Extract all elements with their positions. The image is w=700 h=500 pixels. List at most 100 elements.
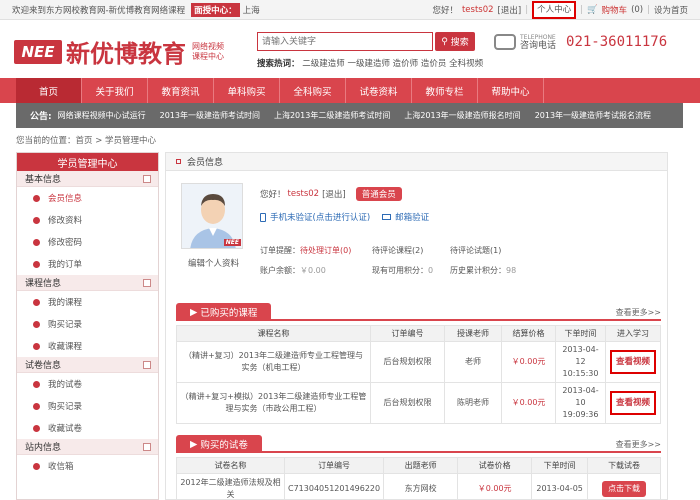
courses-title: 已购买的课程 bbox=[200, 308, 258, 319]
hot-word[interactable]: 一级建造师 bbox=[347, 59, 390, 69]
account-stats: 订单提醒：待处理订单(0) 待评论课程(2) 待评论试题(1) 账户余额：￥0.… bbox=[260, 241, 558, 281]
hot-words: 搜索热词： 二级建造师 一级建造师 造价师 造价员 全科视频 bbox=[257, 57, 483, 69]
header: NEE 新优博教育 网络视频课程中心 ⚲ 搜索 搜索热词： 二级建造师 一级建造… bbox=[0, 20, 700, 77]
sidebar-item-label: 我的课程 bbox=[48, 298, 83, 308]
nav-item-single-buy[interactable]: 单科购买 bbox=[214, 78, 280, 103]
nav-item-about[interactable]: 关于我们 bbox=[82, 78, 148, 103]
site-logo[interactable]: NEE 新优博教育 网络视频课程中心 bbox=[14, 34, 228, 69]
notice-item[interactable]: 2013年一级建造师考试时间 bbox=[160, 110, 260, 121]
pending-orders-link[interactable]: 待处理订单(0) bbox=[300, 246, 351, 255]
sidebar-item-label: 修改资料 bbox=[48, 216, 83, 226]
logout-link[interactable]: [退出] bbox=[498, 4, 522, 16]
sidebar-item-label: 购买记录 bbox=[48, 320, 83, 330]
sidebar-item-label: 我的试卷 bbox=[48, 380, 83, 390]
personal-center-link[interactable]: 个人中心 bbox=[532, 1, 577, 19]
city-selector[interactable]: 上海 bbox=[243, 4, 260, 16]
search-button-label: 搜索 bbox=[450, 38, 469, 48]
sidebar-item[interactable]: 会员信息 bbox=[17, 187, 158, 209]
order-number: 后台规划权限 bbox=[370, 382, 445, 424]
sidebar-item[interactable]: 我的试卷 bbox=[17, 373, 158, 395]
notice-item[interactable]: 网络课程视频中心试运行 bbox=[58, 110, 146, 121]
main-panel: 会员信息 NEE 编辑个人资料 您好！ tests02 [退出] 普通会员 手机… bbox=[165, 152, 668, 500]
cart-link[interactable]: 购物车 bbox=[602, 4, 628, 16]
sidebar-item[interactable]: 我的订单 bbox=[17, 253, 158, 275]
search-input[interactable] bbox=[257, 32, 433, 51]
sidebar-item[interactable]: 收藏试卷 bbox=[17, 417, 158, 439]
avatar[interactable]: NEE bbox=[181, 183, 243, 249]
email-verify-link[interactable]: 邮箱验证 bbox=[395, 211, 429, 223]
sidebar-item[interactable]: 收藏课程 bbox=[17, 335, 158, 357]
column-header: 试卷名称 bbox=[176, 457, 285, 474]
phone-cn-label: 咨询电话 bbox=[520, 41, 557, 51]
sidebar-section[interactable]: 站内信息 bbox=[17, 439, 158, 455]
column-header: 进入学习 bbox=[605, 325, 661, 342]
teacher: 东方网校 bbox=[383, 473, 459, 499]
city-label: 面授中心： bbox=[191, 2, 240, 17]
order-number: 后台规划权限 bbox=[370, 341, 445, 383]
greeting-text: 您好！ bbox=[260, 190, 286, 200]
nav-item-help[interactable]: 帮助中心 bbox=[478, 78, 544, 103]
sidebar-item-label: 修改密码 bbox=[48, 238, 83, 248]
hot-word[interactable]: 造价员 bbox=[421, 59, 447, 69]
arrow-icon: ▶ bbox=[190, 306, 201, 318]
username-link[interactable]: tests02 bbox=[462, 5, 494, 15]
search-button[interactable]: ⚲ 搜索 bbox=[435, 32, 475, 51]
balance-label: 账户余额： bbox=[260, 266, 300, 275]
sidebar-section[interactable]: 试卷信息 bbox=[17, 357, 158, 373]
course-name[interactable]: （精讲+复习）2013年二级建造师专业工程管理与实务（机电工程） bbox=[176, 341, 371, 383]
sidebar-item[interactable]: 修改资料 bbox=[17, 209, 158, 231]
sidebar-section[interactable]: 课程信息 bbox=[17, 275, 158, 291]
sidebar-item[interactable]: 修改密码 bbox=[17, 231, 158, 253]
nav-item-teachers[interactable]: 教师专栏 bbox=[412, 78, 478, 103]
sidebar-item-label: 收信箱 bbox=[48, 462, 74, 472]
column-header: 下单时间 bbox=[531, 457, 589, 474]
papers-more-link[interactable]: 查看更多>> bbox=[616, 439, 661, 450]
nav-item-news[interactable]: 教育资讯 bbox=[148, 78, 214, 103]
notice-item[interactable]: 2013年一级建造师考试报名流程 bbox=[535, 110, 651, 121]
bullet-icon bbox=[33, 216, 40, 224]
column-header: 试卷价格 bbox=[457, 457, 533, 474]
sidebar-item[interactable]: 收信箱 bbox=[17, 455, 158, 477]
bullet-icon bbox=[33, 342, 40, 350]
nav-item-full-buy[interactable]: 全科购买 bbox=[280, 78, 346, 103]
greeting-text: 您好！ bbox=[432, 6, 458, 16]
bullet-icon bbox=[33, 260, 40, 268]
column-header: 下单时间 bbox=[555, 325, 606, 342]
papers-tab: ▶ 购买的试卷 bbox=[176, 435, 262, 453]
sidebar-item-label: 收藏课程 bbox=[48, 342, 83, 352]
sidebar-section[interactable]: 基本信息 bbox=[17, 171, 158, 187]
pending-course-review-link[interactable]: 待评论课程(2) bbox=[368, 241, 450, 261]
arrow-icon: ▶ bbox=[190, 438, 201, 450]
sidebar-item[interactable]: 购买记录 bbox=[17, 395, 158, 417]
paper-name[interactable]: 2012年二级建造师法规及相关 bbox=[176, 473, 285, 499]
notice-item[interactable]: 上海2013年一级建造师报名时间 bbox=[404, 110, 520, 121]
view-video-button[interactable]: 查看视频 bbox=[609, 350, 656, 374]
set-home-link[interactable]: 设为首页 bbox=[654, 4, 688, 16]
logo-nee: NEE bbox=[14, 39, 62, 64]
hot-word[interactable]: 二级建造师 bbox=[302, 59, 345, 69]
hot-word[interactable]: 全科视频 bbox=[449, 59, 483, 69]
welcome-text: 欢迎来到东方网校教育网-新优博教育网络课程 bbox=[12, 5, 186, 16]
phone-number: 021-36011176 bbox=[566, 34, 668, 50]
nav-item-papers[interactable]: 试卷资料 bbox=[346, 78, 412, 103]
download-button[interactable]: 点击下载 bbox=[602, 480, 647, 497]
course-name[interactable]: （精讲+复习+模拟）2013年二级建造师专业工程管理与实务（市政公用工程） bbox=[176, 382, 371, 424]
papers-panel-header: ▶ 购买的试卷 查看更多>> bbox=[176, 435, 661, 453]
pending-review-link[interactable]: 待评论试题(1) bbox=[450, 241, 558, 261]
collapse-icon bbox=[143, 360, 151, 369]
order-time: 2013-04-10 19:09:36 bbox=[555, 382, 606, 424]
edit-profile-link[interactable]: 编辑个人资料 bbox=[188, 257, 239, 269]
sidebar-item[interactable]: 我的课程 bbox=[17, 291, 158, 313]
phone-verify-link[interactable]: 手机未验证(点击进行认证) bbox=[270, 211, 370, 223]
history-points-value: 98 bbox=[506, 266, 517, 275]
sidebar-item-label: 购买记录 bbox=[48, 402, 83, 412]
nav-item-home[interactable]: 首页 bbox=[16, 78, 82, 103]
hot-word[interactable]: 造价师 bbox=[393, 59, 419, 69]
sidebar-item[interactable]: 购买记录 bbox=[17, 313, 158, 335]
papers-title: 购买的试卷 bbox=[200, 440, 248, 451]
logout-link[interactable]: [退出] bbox=[322, 188, 346, 200]
view-video-button[interactable]: 查看视频 bbox=[609, 391, 656, 415]
notice-item[interactable]: 上海2013年二级建造师考试时间 bbox=[274, 110, 390, 121]
column-header: 结算价格 bbox=[501, 325, 556, 342]
courses-more-link[interactable]: 查看更多>> bbox=[616, 307, 661, 318]
